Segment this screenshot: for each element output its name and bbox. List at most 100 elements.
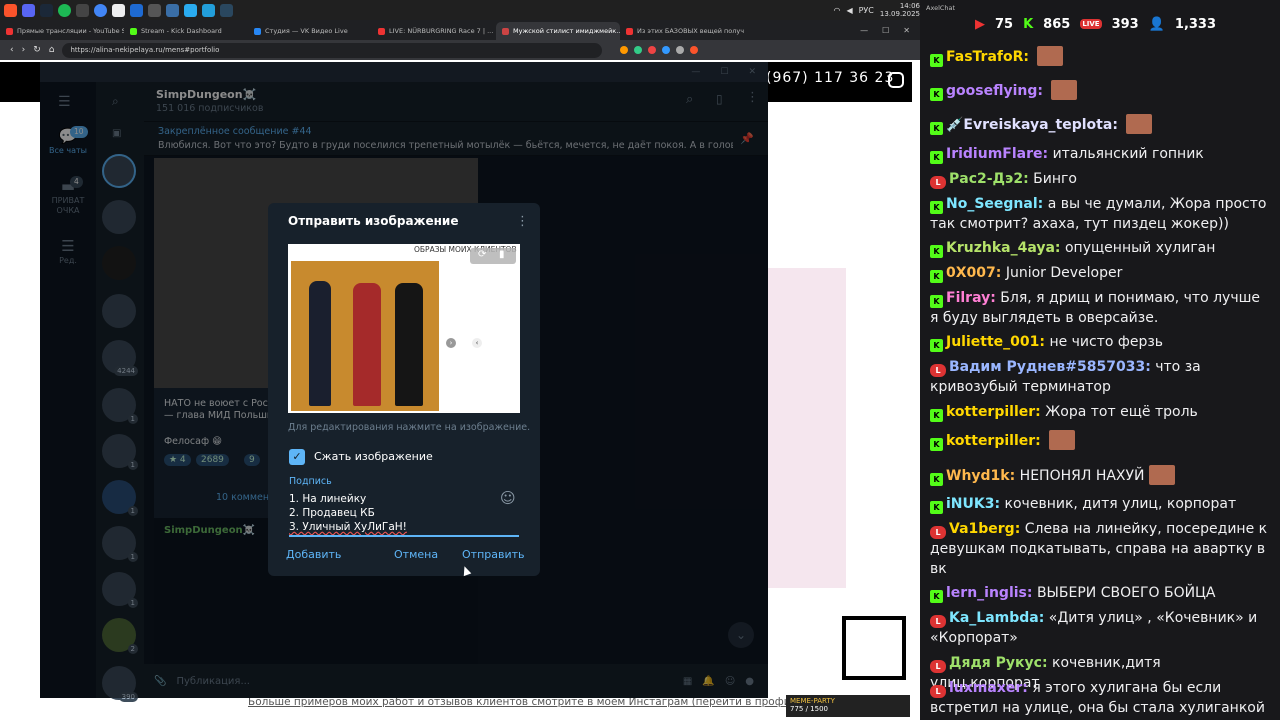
chat-username[interactable]: Ka_Lambda:: [949, 610, 1044, 626]
browser-tab-active[interactable]: Мужской стилист имиджмейк...: [496, 22, 620, 40]
home-icon[interactable]: ⌂: [49, 45, 55, 55]
game-icon[interactable]: [112, 3, 125, 17]
address-bar[interactable]: https://alina-nekipelaya.ru/mens#portfol…: [62, 42, 603, 58]
site-favicon-icon: [502, 27, 509, 35]
close-icon[interactable]: ✕: [903, 26, 910, 35]
app-icon[interactable]: [130, 3, 143, 17]
chat-username[interactable]: Whyd1k:: [946, 468, 1015, 484]
chat-username[interactable]: Filray:: [946, 290, 996, 306]
browser-tab-strip: Прямые трансляции - YouTube Studio Strea…: [0, 20, 920, 40]
compress-checkbox[interactable]: ✓: [289, 449, 305, 465]
kick-icon: K: [930, 339, 943, 352]
extension-icon[interactable]: [662, 46, 671, 54]
next-arrow-icon[interactable]: ›: [446, 338, 456, 348]
chat-text: опущенный хулиган: [1064, 240, 1216, 256]
delete-icon[interactable]: ▮: [499, 249, 505, 260]
instagram-icon[interactable]: [888, 72, 904, 88]
chat-username[interactable]: luxmaxer:: [949, 680, 1028, 696]
chat-username[interactable]: 0X007:: [946, 265, 1001, 281]
chat-username[interactable]: kotterpiller:: [946, 433, 1041, 449]
chat-message: K 0X007: Junior Developer: [930, 263, 1270, 283]
steam-icon[interactable]: [40, 3, 53, 17]
site-chat-screenshot: [768, 268, 846, 588]
chat-message: K Juliette_001: не чисто ферзь: [930, 332, 1270, 352]
browser-tab[interactable]: Из этих БАЗОВЫХ вещей получаю...: [620, 22, 744, 40]
browser-tab[interactable]: Прямые трансляции - YouTube Studio: [0, 22, 124, 40]
youtube-icon: [378, 27, 385, 35]
chat-message: Kkotterpiller: Жора тот ещё троль: [930, 402, 1270, 422]
telegram-icon[interactable]: [184, 3, 197, 17]
chat-username[interactable]: Va1berg:: [949, 521, 1020, 537]
chat-username[interactable]: Дядя Рукус:: [949, 655, 1048, 671]
overlay-progress: 775 / 1500: [790, 705, 828, 713]
extension-icon[interactable]: [676, 46, 685, 54]
chat-message: K FasTrafoR:: [930, 46, 1270, 67]
replace-icon[interactable]: ⟳: [478, 249, 486, 260]
chat-emote-icon: [1126, 114, 1153, 134]
language-indicator[interactable]: РУС: [859, 6, 874, 15]
prev-arrow-icon[interactable]: ‹: [472, 338, 482, 348]
compress-label[interactable]: Сжать изображение: [314, 450, 433, 463]
discord-icon[interactable]: [22, 3, 35, 17]
browser-tab[interactable]: Stream - Kick Dashboard: [124, 22, 248, 40]
url-text: https://alina-nekipelaya.ru/mens#portfol…: [70, 46, 220, 54]
minimize-icon[interactable]: —: [860, 26, 868, 35]
obs-icon[interactable]: [76, 3, 89, 17]
caption-line: 1. На линейку: [289, 493, 367, 505]
reload-icon[interactable]: ↻: [33, 45, 41, 55]
app-icon[interactable]: [166, 3, 179, 17]
clock[interactable]: 14:06 13.09.2025: [880, 2, 920, 18]
chat-username[interactable]: No_Seegnal:: [946, 196, 1043, 212]
send-image-dialog: Отправить изображение ⋮ ОБРАЗЫ МОИХ КЛИЕ…: [268, 203, 540, 576]
site-phone[interactable]: (967) 117 36 23: [766, 70, 894, 86]
browser-tab[interactable]: Студия — VK Видео Live: [248, 22, 372, 40]
telegram-icon[interactable]: [202, 3, 215, 17]
chat-username[interactable]: 💉Evreiskaya_teplota:: [946, 117, 1118, 133]
volume-icon[interactable]: ◀: [846, 6, 852, 15]
extension-icon[interactable]: [634, 46, 643, 54]
person-figure: [309, 281, 331, 406]
chat-username[interactable]: gooseflying:: [946, 83, 1043, 99]
chat-username[interactable]: IridiumFlare:: [946, 146, 1048, 162]
chat-username[interactable]: Kruzhka_4aya:: [946, 240, 1061, 256]
kick-icon: K: [930, 473, 943, 486]
caption-input[interactable]: 1. На линейку 2. Продавец КБ 3. Уличный …: [289, 492, 407, 534]
emoji-icon[interactable]: ☺: [500, 489, 516, 507]
send-button[interactable]: Отправить: [462, 548, 525, 561]
browser-tab[interactable]: LIVE: NÜRBURGRING Race 7 | ...: [372, 22, 496, 40]
spotify-icon[interactable]: [58, 3, 71, 17]
chat-username[interactable]: kotterpiller:: [946, 404, 1041, 420]
chat-username[interactable]: iNUK3:: [946, 496, 1000, 512]
chat-message: K IridiumFlare: итальянский гопник: [930, 144, 1270, 164]
window-controls: — ☐ ✕: [860, 26, 920, 35]
steam-icon[interactable]: [220, 3, 233, 17]
brave-icon[interactable]: [4, 3, 17, 17]
brave-shield-icon[interactable]: [690, 46, 699, 54]
chrome-icon[interactable]: [94, 3, 107, 17]
chat-message: L Вадим Руднев#5857033: что за кривозубый…: [930, 357, 1270, 397]
extension-icon[interactable]: [620, 46, 629, 54]
app-icon[interactable]: [148, 3, 161, 17]
extension-icon[interactable]: [648, 46, 657, 54]
forward-icon[interactable]: ›: [22, 45, 26, 55]
edit-hint: Для редактирования нажмите на изображени…: [288, 422, 531, 433]
chat-username[interactable]: Juliette_001:: [946, 334, 1045, 350]
chat-message: K Filray: Бля, я дрищ и понимаю, что лучш…: [930, 288, 1270, 328]
maximize-icon[interactable]: ☐: [882, 26, 889, 35]
wifi-icon[interactable]: ◠: [833, 6, 840, 15]
chat-text: Бинго: [1033, 171, 1077, 187]
meme-party-overlay: MEME-PARTY 775 / 1500: [786, 695, 910, 717]
chat-username[interactable]: Вадим Руднев#5857033:: [949, 359, 1151, 375]
more-icon[interactable]: ⋮: [516, 214, 529, 229]
back-icon[interactable]: ‹: [10, 45, 14, 55]
image-preview[interactable]: ОБРАЗЫ МОИХ КЛИЕНТОВ › ‹ ⟳ ▮: [288, 244, 520, 413]
chat-message: L Ka_Lambda: «Дитя улиц» , «Кочевник» и «…: [930, 608, 1270, 648]
chat-username[interactable]: lern_inglis:: [946, 585, 1032, 601]
kick-icon: K: [1023, 16, 1034, 32]
add-button[interactable]: Добавить: [286, 548, 341, 561]
caption-line: 3. Уличный ХуЛиГаН!: [289, 521, 407, 533]
chat-username[interactable]: Рас2-Дэ2:: [949, 171, 1029, 187]
cancel-button[interactable]: Отмена: [394, 548, 438, 561]
chat-emote-icon: [1037, 46, 1064, 66]
chat-username[interactable]: FasTrafoR:: [946, 49, 1029, 65]
